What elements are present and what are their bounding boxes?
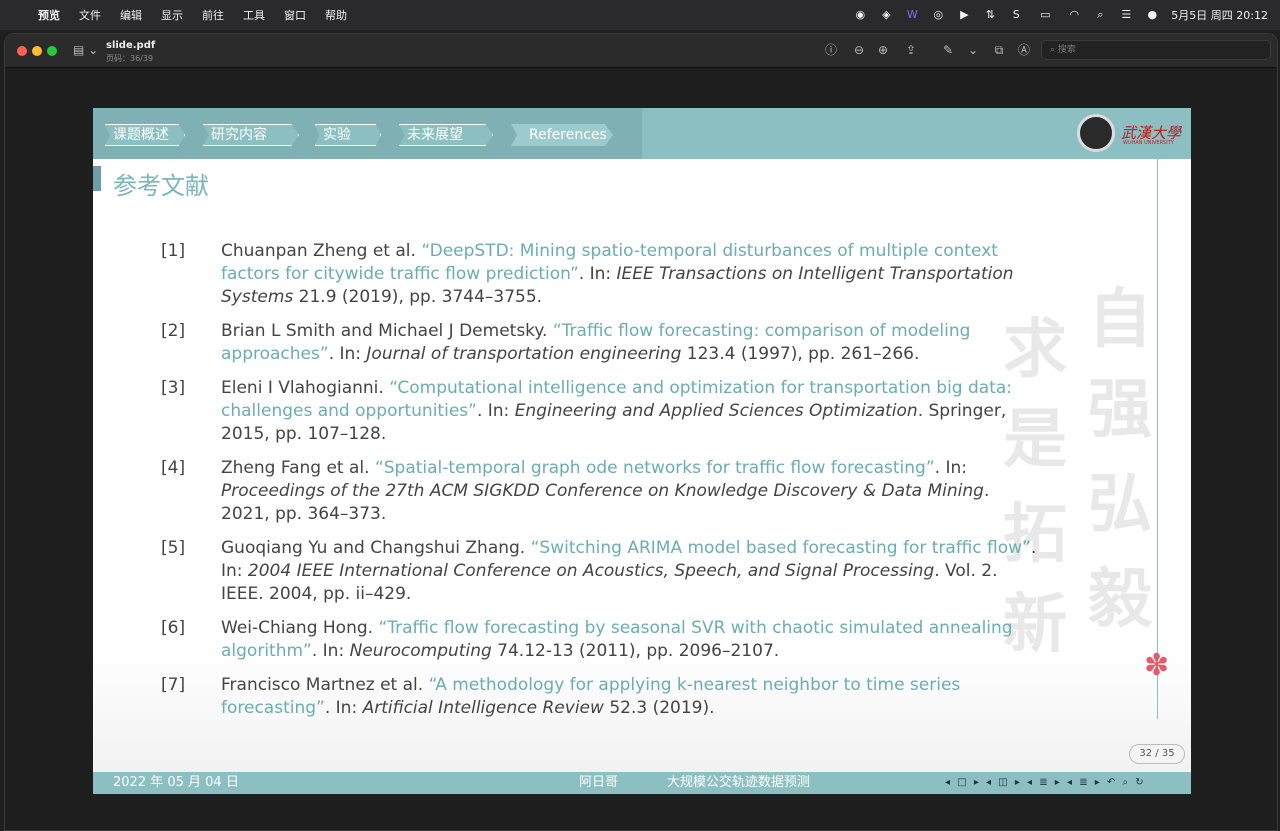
nav-tab-references[interactable]: References: [511, 124, 613, 146]
flower-icon: ✽: [1144, 648, 1170, 683]
menu-view[interactable]: 显示: [161, 7, 183, 23]
slide-title: 参考文献: [113, 172, 209, 200]
nav-tab-research[interactable]: 研究内容: [203, 124, 299, 146]
battery-icon[interactable]: ▭: [1035, 8, 1055, 22]
play-icon[interactable]: ▶: [957, 8, 971, 22]
reference-link[interactable]: “Spatial-temporal graph ode networks for…: [375, 458, 935, 478]
calligraphy-char: 弘: [1088, 467, 1152, 542]
document-title: slide.pdf: [106, 40, 156, 51]
menu-file[interactable]: 文件: [79, 7, 101, 23]
sidebar-toggle-icon[interactable]: ▤ ⌄: [73, 43, 98, 57]
decorative-line: [1157, 159, 1158, 719]
menubar: 预览 文件 编辑 显示 前往 工具 窗口 帮助 ◉ ◈ W ◎ ▶ ⇅ S ▭ …: [0, 0, 1280, 30]
chevron-down-icon[interactable]: ⌄: [965, 42, 981, 58]
slide-header: 课题概述 研究内容 实验 未来展望 References 武漢大學 WUHAN …: [93, 108, 1191, 159]
game-icon[interactable]: ◈: [879, 8, 893, 22]
qq-icon[interactable]: ◉: [853, 8, 867, 22]
control-center-icon[interactable]: ☰: [1119, 8, 1133, 22]
page-number-badge: 32 / 35: [1129, 744, 1185, 764]
zoom-out-icon[interactable]: ⊖: [851, 42, 867, 58]
menu-edit[interactable]: 编辑: [120, 7, 142, 23]
menu-go[interactable]: 前往: [202, 7, 224, 23]
window-toolbar: ▤ ⌄ slide.pdf 页码：36/39 ⓘ ⊖ ⊕ ⇪ ✎ ⌄ ⧉ Ⓐ ⌕…: [5, 34, 1277, 68]
zoom-button[interactable]: [47, 46, 57, 56]
menu-tools[interactable]: 工具: [243, 7, 265, 23]
calligraphy-char: 毅: [1088, 562, 1152, 637]
footer-title: 大规模公交轨迹数据预测: [667, 775, 811, 790]
search-icon: ⌕: [1050, 45, 1058, 55]
university-logo: [1077, 114, 1115, 152]
app-s-icon[interactable]: S: [1009, 8, 1023, 22]
menu-app-name[interactable]: 预览: [38, 7, 60, 23]
wechat-icon[interactable]: ◎: [931, 8, 945, 22]
reference-link[interactable]: “Switching ARIMA model based forecasting…: [531, 538, 1031, 558]
nav-tab-future[interactable]: 未来展望: [399, 124, 493, 146]
minimize-button[interactable]: [32, 46, 42, 56]
menu-help[interactable]: 帮助: [325, 7, 347, 23]
calligraphy-char: 自: [1088, 282, 1152, 357]
document-page-info: 页码：36/39: [106, 54, 154, 63]
search-input[interactable]: ⌕ 搜索: [1041, 40, 1271, 60]
menu-window[interactable]: 窗口: [284, 7, 306, 23]
zoom-in-icon[interactable]: ⊕: [875, 42, 891, 58]
slide-footer: 2022 年 05 月 04 日 阿日哥 大规模公交轨迹数据预测 ◂ □ ▸ ◂…: [93, 772, 1191, 794]
footer-author: 阿日哥: [579, 775, 619, 790]
w-app-icon[interactable]: W: [905, 8, 919, 22]
close-button[interactable]: [17, 46, 27, 56]
markup-pen-icon[interactable]: ✎: [940, 42, 956, 58]
wifi-icon[interactable]: ◠: [1067, 8, 1081, 22]
spotlight-icon[interactable]: ⌕: [1093, 8, 1107, 22]
annotate-icon[interactable]: Ⓐ: [1016, 42, 1032, 58]
footer-date: 2022 年 05 月 04 日: [113, 775, 239, 790]
siri-icon[interactable]: ●: [1145, 8, 1159, 22]
transfer-icon[interactable]: ⇅: [983, 8, 997, 22]
calligraphy-char: 强: [1088, 372, 1152, 447]
menubar-clock[interactable]: 5月5日 周四 20:12: [1171, 7, 1268, 23]
share-icon[interactable]: ⇪: [903, 42, 919, 58]
preview-window: ▤ ⌄ slide.pdf 页码：36/39 ⓘ ⊖ ⊕ ⇪ ✎ ⌄ ⧉ Ⓐ ⌕…: [4, 33, 1278, 831]
slide-page: 课题概述 研究内容 实验 未来展望 References 武漢大學 WUHAN …: [93, 108, 1191, 794]
nav-tab-experiment[interactable]: 实验: [315, 124, 381, 146]
info-icon[interactable]: ⓘ: [823, 42, 839, 58]
beamer-nav-controls[interactable]: ◂ □ ▸ ◂ ◫ ▸ ◂ ≣ ▸ ◂ ≣ ▸ ↶ ⌕ ↻: [945, 772, 1146, 794]
rotate-icon[interactable]: ⧉: [991, 42, 1007, 58]
university-name-en: WUHAN UNIVERSITY: [1123, 140, 1174, 146]
status-area: ◉ ◈ W ◎ ▶ ⇅ S ▭ ◠ ⌕ ☰ ● 5月5日 周四 20:12: [853, 0, 1268, 30]
search-placeholder: 搜索: [1057, 45, 1076, 55]
nav-tab-overview[interactable]: 课题概述: [105, 124, 185, 146]
title-accent-bar: [93, 166, 101, 191]
